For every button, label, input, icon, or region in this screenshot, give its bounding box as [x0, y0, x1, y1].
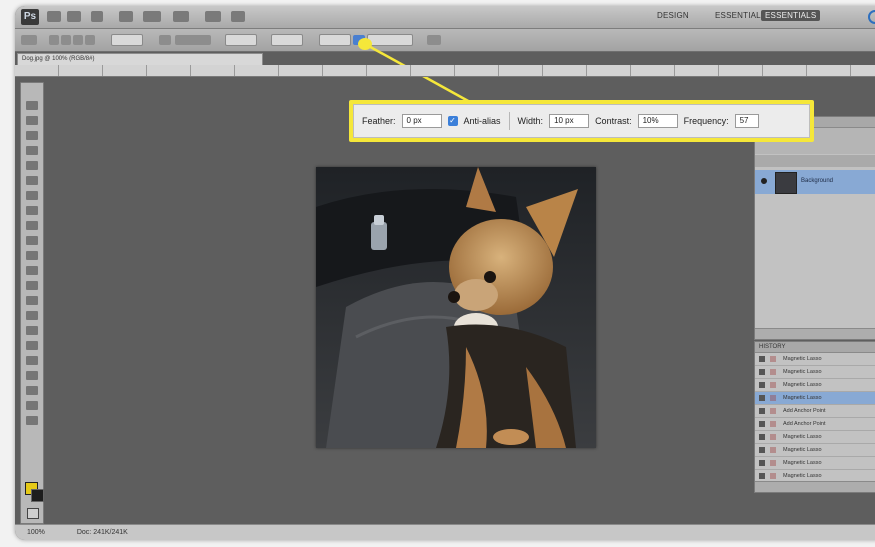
history-brush-source-icon: [770, 408, 776, 414]
history-state-icon: [759, 382, 765, 388]
dog-photo-illustration: [316, 167, 596, 448]
crop-tool-icon[interactable]: [26, 161, 38, 170]
healing-brush-tool-icon[interactable]: [26, 191, 38, 200]
path-selection-tool-icon[interactable]: [26, 341, 38, 350]
status-bar: 100% Doc: 241K/241K: [15, 524, 875, 540]
history-brush-source-icon: [770, 421, 776, 427]
layers-lock-row: [755, 155, 875, 167]
contrast-input[interactable]: 10%: [637, 114, 678, 128]
feather-input[interactable]: 0 px: [401, 114, 442, 128]
eraser-tool-icon[interactable]: [26, 251, 38, 260]
history-row[interactable]: Add Anchor Point: [755, 405, 875, 418]
history-row[interactable]: Magnetic Lasso: [755, 457, 875, 470]
frequency-label: Frequency:: [683, 116, 729, 126]
layers-footer: [755, 328, 875, 339]
history-state-icon: [759, 395, 765, 401]
history-row[interactable]: Magnetic Lasso: [755, 379, 875, 392]
zoom-tool-icon[interactable]: [26, 416, 38, 425]
history-brush-source-icon: [770, 356, 776, 362]
photoshop-window: Ps DESIGN ESSENTIALS ESSENTIALS Dog.jpg …: [15, 6, 875, 540]
feather-label: Feather:: [362, 116, 396, 126]
antialias-label: Anti-alias: [463, 116, 501, 126]
width-input[interactable]: 10 px: [549, 114, 590, 128]
layer-name: Background: [801, 178, 834, 184]
history-state-icon: [759, 421, 765, 427]
tools-panel: [20, 82, 44, 524]
hand-tool-icon[interactable]: [26, 401, 38, 410]
3d-orbit-tool-icon[interactable]: [26, 386, 38, 395]
history-row[interactable]: Magnetic Lasso: [755, 431, 875, 444]
history-row-selected[interactable]: Magnetic Lasso: [755, 392, 875, 405]
brush-tool-icon[interactable]: [26, 206, 38, 215]
history-row[interactable]: Magnetic Lasso: [755, 353, 875, 366]
quick-selection-tool-icon[interactable]: [26, 146, 38, 155]
history-footer: [755, 481, 875, 492]
history-brush-source-icon: [770, 369, 776, 375]
zoom-readout[interactable]: 100%: [27, 529, 45, 536]
width-label: Width:: [517, 116, 544, 126]
gradient-tool-icon[interactable]: [26, 266, 38, 275]
clone-stamp-tool-icon[interactable]: [26, 221, 38, 230]
history-state-icon: [759, 369, 765, 375]
history-row[interactable]: Magnetic Lasso: [755, 366, 875, 379]
pen-tool-icon[interactable]: [26, 311, 38, 320]
history-state-icon: [759, 408, 765, 414]
layer-background[interactable]: Background: [755, 170, 875, 194]
callout-options-bar: Feather: 0 px ✓ Anti-alias Width: 10 px …: [353, 104, 810, 138]
marquee-tool-icon[interactable]: [26, 116, 38, 125]
layers-panel: LAYERS Background: [754, 116, 875, 340]
history-state-icon: [759, 447, 765, 453]
history-state-icon: [759, 356, 765, 362]
dog-photo[interactable]: [316, 167, 596, 448]
move-tool-icon[interactable]: [26, 101, 38, 110]
history-brush-tool-icon[interactable]: [26, 236, 38, 245]
background-color-swatch[interactable]: [31, 489, 44, 502]
history-brush-source-icon: [770, 460, 776, 466]
divider: [508, 112, 510, 130]
history-brush-source-icon: [770, 382, 776, 388]
history-state-icon: [759, 434, 765, 440]
contrast-label: Contrast:: [595, 116, 632, 126]
history-brush-source-icon: [770, 395, 776, 401]
quick-mask-icon[interactable]: [27, 508, 39, 519]
dodge-tool-icon[interactable]: [26, 296, 38, 305]
history-state-icon: [759, 460, 765, 466]
lasso-tool-icon[interactable]: [26, 131, 38, 140]
layer-thumbnail: [775, 172, 797, 194]
shape-tool-icon[interactable]: [26, 356, 38, 365]
document-tab[interactable]: Dog.jpg @ 100% (RGB/8#): [17, 53, 263, 65]
history-row[interactable]: Magnetic Lasso: [755, 444, 875, 457]
blur-tool-icon[interactable]: [26, 281, 38, 290]
history-panel: HISTORY Magnetic Lasso Magnetic Lasso Ma…: [754, 341, 875, 493]
document-info[interactable]: Doc: 241K/241K: [77, 529, 128, 536]
history-state-icon: [759, 473, 765, 479]
history-brush-source-icon: [770, 434, 776, 440]
history-brush-source-icon: [770, 473, 776, 479]
history-tab[interactable]: HISTORY: [755, 342, 875, 353]
options-callout: Feather: 0 px ✓ Anti-alias Width: 10 px …: [349, 100, 814, 142]
type-tool-icon[interactable]: [26, 326, 38, 335]
3d-rotate-tool-icon[interactable]: [26, 371, 38, 380]
history-row[interactable]: Add Anchor Point: [755, 418, 875, 431]
visibility-eye-icon[interactable]: [761, 178, 767, 184]
frequency-input[interactable]: 57: [734, 114, 759, 128]
antialias-checkbox[interactable]: ✓: [447, 116, 458, 126]
horizontal-ruler: [15, 65, 875, 77]
history-brush-source-icon: [770, 447, 776, 453]
eyedropper-tool-icon[interactable]: [26, 176, 38, 185]
